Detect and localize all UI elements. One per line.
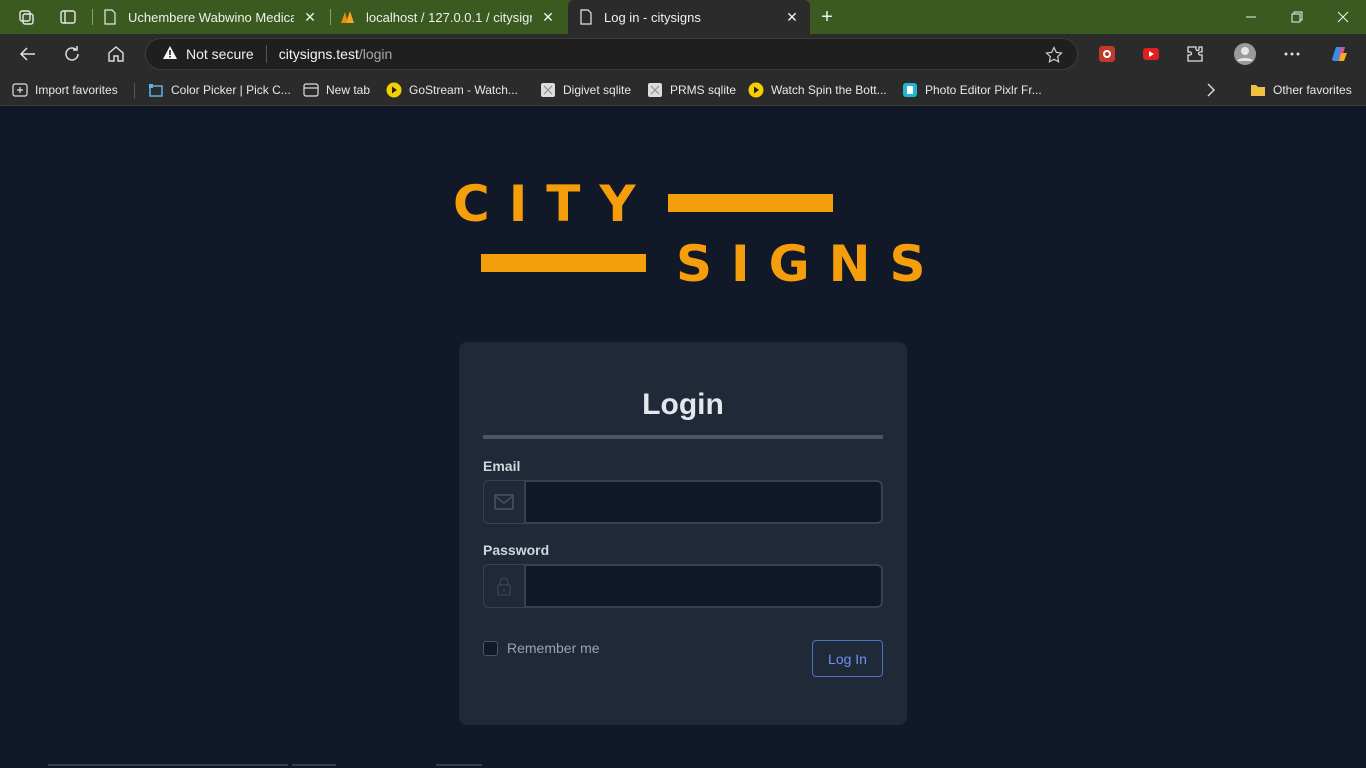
tab-title: localhost / 127.0.0.1 / citysigns | p xyxy=(366,9,532,25)
favorite-label: Watch Spin the Bott... xyxy=(771,83,887,97)
favorite-label: New tab xyxy=(326,83,371,97)
favorite-gostream[interactable]: GoStream - Watch... xyxy=(386,80,518,100)
tab-title: Uchembere Wabwino Medication xyxy=(128,9,294,25)
close-tab-icon[interactable]: ✕ xyxy=(784,9,800,25)
favorite-new-tab[interactable]: New tab xyxy=(303,80,370,100)
favorite-label: GoStream - Watch... xyxy=(409,83,518,97)
extensions-puzzle-icon[interactable] xyxy=(1179,38,1211,70)
phpmyadmin-icon xyxy=(340,9,356,25)
email-input-group xyxy=(483,480,883,524)
email-label: Email xyxy=(483,458,521,474)
remember-checkbox[interactable] xyxy=(483,640,498,656)
favorite-label: Digivet sqlite xyxy=(563,83,632,97)
address-bar[interactable]: Not secure citysigns.test/login xyxy=(145,38,1078,70)
tab-title: Log in - citysigns xyxy=(604,9,701,25)
horizontal-scrollbar[interactable] xyxy=(48,764,482,768)
newtab-icon xyxy=(303,82,319,98)
close-tab-icon[interactable]: ✕ xyxy=(540,9,556,25)
favorites-overflow-chevron-icon[interactable] xyxy=(1206,80,1216,100)
password-input-group xyxy=(483,564,883,608)
favorite-label: Color Picker | Pick C... xyxy=(171,83,291,97)
logo-bar-bottom xyxy=(481,254,646,272)
favorite-import[interactable]: Import favorites xyxy=(12,80,118,100)
other-favorites-label: Other favorites xyxy=(1273,83,1352,97)
favorite-prms[interactable]: PRMS sqlite xyxy=(647,80,736,100)
favorite-color-picker[interactable]: Color Picker | Pick C... xyxy=(148,80,291,100)
play-icon xyxy=(386,82,402,98)
envelope-icon xyxy=(483,480,524,524)
tab-login-citysigns[interactable]: Log in - citysigns ✕ xyxy=(568,0,810,34)
tab-phpmyadmin[interactable]: localhost / 127.0.0.1 / citysigns | p ✕ xyxy=(330,0,566,34)
remember-me[interactable]: Remember me xyxy=(483,640,600,656)
favorite-label: Import favorites xyxy=(35,83,118,97)
copilot-icon[interactable] xyxy=(1323,38,1355,70)
page-icon xyxy=(102,9,118,25)
tab-uchembere[interactable]: Uchembere Wabwino Medication ✕ xyxy=(92,0,328,34)
favorite-spin-bottle[interactable]: Watch Spin the Bott... xyxy=(748,80,887,100)
new-tab-button[interactable]: + xyxy=(814,4,840,30)
address-separator xyxy=(265,45,267,63)
security-label[interactable]: Not secure xyxy=(186,46,254,62)
close-window-button[interactable] xyxy=(1320,0,1366,34)
citysigns-logo: CITY SIGNS xyxy=(450,175,926,289)
favorite-digivet[interactable]: Digivet sqlite xyxy=(540,80,631,100)
minimize-button[interactable] xyxy=(1228,0,1274,34)
favorites-bar: Import favorites Color Picker | Pick C..… xyxy=(0,74,1366,106)
workspaces-icon[interactable] xyxy=(4,0,48,34)
favorite-pixlr[interactable]: Photo Editor Pixlr Fr... xyxy=(902,80,1042,100)
play-icon xyxy=(748,82,764,98)
favorite-label: Photo Editor Pixlr Fr... xyxy=(925,83,1042,97)
more-menu-icon[interactable] xyxy=(1276,38,1308,70)
sqlite-icon xyxy=(540,82,556,98)
lock-icon xyxy=(483,564,524,608)
url-path[interactable]: /login xyxy=(359,46,392,62)
favorites-separator xyxy=(134,83,135,99)
logo-word-signs: SIGNS xyxy=(676,235,945,293)
login-button[interactable]: Log In xyxy=(812,640,883,677)
password-input[interactable] xyxy=(524,564,883,608)
extension-video-icon[interactable] xyxy=(1135,38,1167,70)
home-button[interactable] xyxy=(100,38,132,70)
email-input[interactable] xyxy=(524,480,883,524)
warning-icon[interactable] xyxy=(162,45,178,63)
title-divider xyxy=(483,435,883,439)
other-favorites[interactable]: Other favorites xyxy=(1250,80,1352,100)
close-tab-icon[interactable]: ✕ xyxy=(302,9,318,25)
page-icon xyxy=(578,9,594,25)
browser-tab-bar: Uchembere Wabwino Medication ✕ localhost… xyxy=(0,0,1366,34)
folder-icon xyxy=(1250,82,1266,98)
login-card: Login Email Password Remember me Log In xyxy=(459,342,907,725)
restore-button[interactable] xyxy=(1274,0,1320,34)
login-title: Login xyxy=(642,388,724,421)
url-host[interactable]: citysigns.test xyxy=(279,46,359,62)
favorite-label: PRMS sqlite xyxy=(670,83,737,97)
sqlite-icon xyxy=(647,82,663,98)
extension-red-icon[interactable] xyxy=(1091,38,1123,70)
logo-word-city: CITY xyxy=(453,175,655,233)
tab-actions-icon[interactable] xyxy=(46,0,90,34)
remember-label: Remember me xyxy=(507,640,600,656)
favorite-star-icon[interactable] xyxy=(1045,46,1063,64)
profile-avatar[interactable] xyxy=(1229,38,1261,70)
import-icon xyxy=(12,82,28,98)
refresh-button[interactable] xyxy=(56,38,88,70)
password-label: Password xyxy=(483,542,550,558)
browser-toolbar: Not secure citysigns.test/login xyxy=(0,34,1366,74)
colorpicker-icon xyxy=(148,82,164,98)
page-content: CITY SIGNS Login Email Password Remember… xyxy=(0,107,1366,768)
logo-bar-top xyxy=(668,194,833,212)
pixlr-icon xyxy=(902,82,918,98)
back-button[interactable] xyxy=(12,38,44,70)
